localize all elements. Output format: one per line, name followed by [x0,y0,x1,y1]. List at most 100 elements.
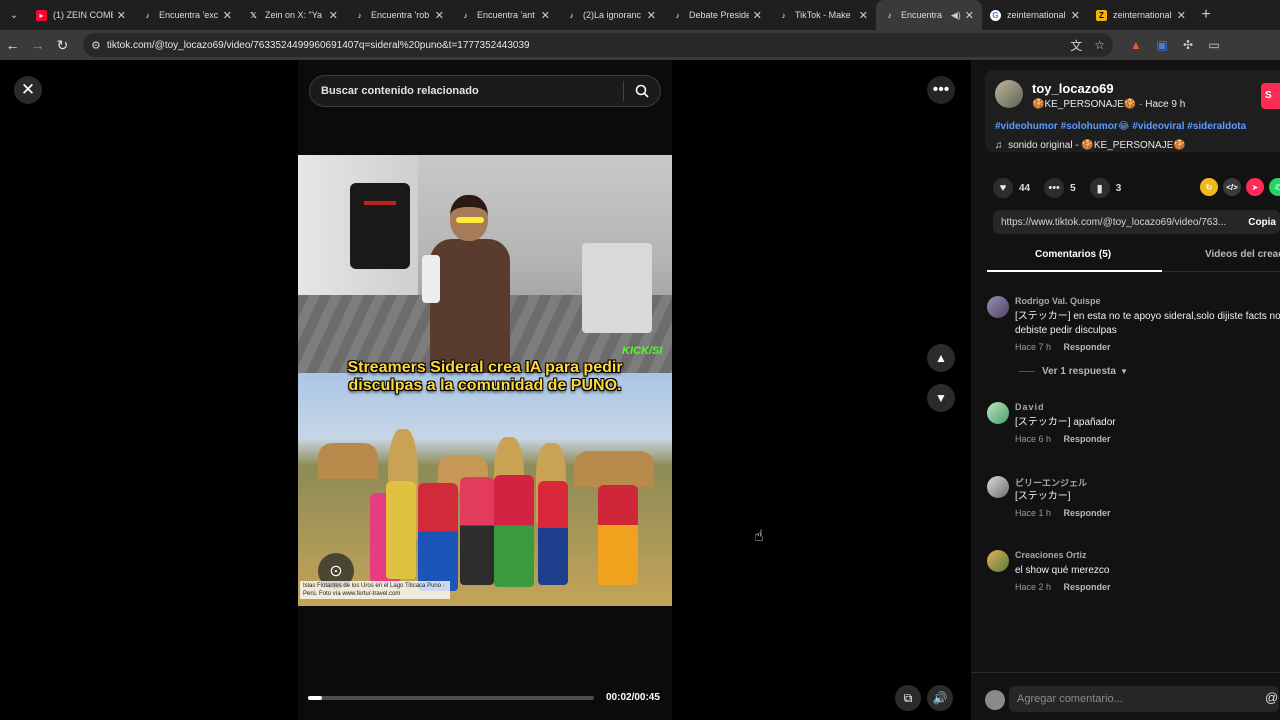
reply-button[interactable]: Responder [1064,342,1111,352]
tab-search-button[interactable]: ⌄ [0,0,28,30]
reply-button[interactable]: Responder [1064,508,1111,518]
hashtags[interactable]: #videohumor #solohumor😂 #videoviral #sid… [995,121,1246,132]
speaker-icon[interactable]: ◀) [951,10,961,21]
comment-item: Creaciones Ortiz el show qué merezco Hac… [987,550,1280,596]
chevron-down-icon: ▼ [1119,367,1128,376]
video-progress-bar[interactable] [308,696,594,700]
reply-button[interactable]: Responder [1064,434,1111,444]
next-video-button[interactable]: ▼ [927,384,955,412]
close-tab-icon[interactable]: ✕ [1177,9,1186,22]
browser-tab-active[interactable]: ♪ Encuentra ◀) ✕ [876,0,982,30]
volume-button[interactable]: 🔊 [927,685,953,711]
close-tab-icon[interactable]: ✕ [859,9,868,22]
view-replies-button[interactable]: Ver 1 respuesta ▼ [1019,366,1128,377]
browser-tab[interactable]: ♪ Encuentra 'rob ✕ [346,0,452,30]
comment-item: David [ステッカー] apañador Hace 6 h Responde… [987,402,1280,448]
avatar[interactable] [987,402,1009,424]
like-count: 44 [1019,182,1031,194]
follow-button[interactable]: S [1261,83,1280,109]
close-video-button[interactable]: ✕ [14,76,42,104]
tab-strip: ⌄ ▸ (1) ZEIN COME ✕ ♪ Encuentra 'exc ✕ 𝕏… [0,0,1280,30]
close-tab-icon[interactable]: ✕ [329,9,338,22]
copy-link-button[interactable]: Copia [1238,217,1280,228]
translate-icon[interactable]: 文 [1070,37,1082,54]
comment-input[interactable]: Agregar comentario... [1009,686,1279,712]
comment-meta: Hace 2 h Responder [1015,582,1111,592]
save-button[interactable]: ▮ 3 [1089,178,1122,198]
related-search-bar[interactable]: Buscar contenido relacionado [309,75,661,107]
forward-button[interactable]: → [25,30,50,60]
like-button[interactable]: ♥ 44 [993,178,1030,198]
close-tab-icon[interactable]: ✕ [1071,9,1080,22]
engagement-stats: ♥ 44 ••• 5 ▮ 3 [993,178,1135,198]
close-tab-icon[interactable]: ✕ [965,9,974,22]
comment-username[interactable]: ビリーエンジェル [1015,476,1087,489]
new-tab-button[interactable]: + [1194,6,1218,24]
close-tab-icon[interactable]: ✕ [117,9,126,22]
tab-comments[interactable]: Comentarios (5) [1035,249,1111,260]
whatsapp-icon[interactable]: ✆ [1269,178,1280,196]
video-progress-fill [308,696,323,700]
tab-title: Encuentra [901,10,943,20]
search-button[interactable] [624,84,660,98]
previous-video-button[interactable]: ▲ [927,344,955,372]
extension-icon[interactable]: ▲ [1123,30,1149,60]
avatar[interactable] [987,296,1009,318]
browser-tab[interactable]: ♪ Encuentra 'exc ✕ [134,0,240,30]
author-username[interactable]: toy_locazo69 [1032,81,1114,96]
streamer-scene: KICK/SI [298,155,672,373]
video-link-row: https://www.tiktok.com/@toy_locazo69/vid… [993,210,1280,234]
browser-tab[interactable]: 𝕏 Zein on X: "Ya ✕ [240,0,346,30]
bookmark-star-icon[interactable]: ☆ [1094,38,1105,52]
browser-tab[interactable]: G zeinternational ✕ [982,0,1088,30]
embed-icon[interactable]: </> [1223,178,1241,196]
music-note-icon: ♫ [995,140,1003,151]
comment-item: Rodrigo Val. Quispe [ステッカー] en esta no t… [987,296,1280,360]
close-tab-icon[interactable]: ✕ [435,9,444,22]
close-tab-icon[interactable]: ✕ [223,9,232,22]
sound-link[interactable]: ♫ sonido original - 🍪KE_PERSONAJE🍪 [995,140,1186,151]
send-icon[interactable]: ➤ [1246,178,1264,196]
translate-extension-icon[interactable]: ▣ [1149,30,1175,60]
browser-tab[interactable]: ♪ Encuentra 'ant ✕ [452,0,558,30]
puno-scene [298,373,672,606]
avatar[interactable] [987,476,1009,498]
search-input[interactable]: Buscar contenido relacionado [310,85,623,97]
browser-tab[interactable]: Z zeinternational ✕ [1088,0,1194,30]
comment-time: Hace 1 h [1015,508,1052,518]
back-button[interactable]: ← [0,30,25,60]
close-tab-icon[interactable]: ✕ [541,9,550,22]
tab-title: (1) ZEIN COME [53,10,113,20]
browser-tab[interactable]: ♪ (2)La ignoranc ✕ [558,0,664,30]
repost-icon[interactable]: ↻ [1200,178,1218,196]
post-info-card: toy_locazo69 🍪KE_PERSONAJE🍪 · Hace 9 h S… [985,70,1280,152]
floating-player-button[interactable]: ⧉ [895,685,921,711]
browser-tab[interactable]: ♪ TikTok - Make ✕ [770,0,876,30]
browser-tab[interactable]: ♪ Debate Preside ✕ [664,0,770,30]
puzzle-extensions-icon[interactable]: ✣ [1175,30,1201,60]
avatar[interactable] [995,80,1023,108]
share-buttons: ↻ </> ➤ ✆ [1200,178,1280,196]
avatar[interactable] [987,550,1009,572]
url-field[interactable]: ⚙ tiktok.com/@toy_locazo69/video/7633524… [83,33,1113,57]
tiktok-icon: ♪ [463,10,468,20]
close-tab-icon[interactable]: ✕ [647,9,656,22]
more-options-button[interactable]: ••• [927,76,955,104]
comment-username[interactable]: Rodrigo Val. Quispe [1015,296,1101,306]
video-link[interactable]: https://www.tiktok.com/@toy_locazo69/vid… [993,217,1238,228]
save-count: 3 [1115,182,1122,194]
mention-icon[interactable]: @ [1265,690,1278,705]
site-settings-icon[interactable]: ⚙ [91,39,101,52]
video-frame[interactable]: KICK/SI Streamers Sideral crea IA para p… [298,155,672,606]
reload-button[interactable]: ↻ [50,30,75,60]
profile-icon[interactable]: ▭ [1201,30,1227,60]
comment-username[interactable]: Creaciones Ortiz [1015,550,1087,560]
tab-creator-videos[interactable]: Videos del creador [1205,249,1280,260]
comment-composer: Agregar comentario... @ [971,672,1280,720]
close-tab-icon[interactable]: ✕ [753,9,762,22]
comment-username[interactable]: David [1015,402,1045,412]
comment-button[interactable]: ••• 5 [1044,178,1076,198]
reply-button[interactable]: Responder [1064,582,1111,592]
browser-tab[interactable]: ▸ (1) ZEIN COME ✕ [28,0,134,30]
zapier-icon: Z [1096,9,1107,21]
